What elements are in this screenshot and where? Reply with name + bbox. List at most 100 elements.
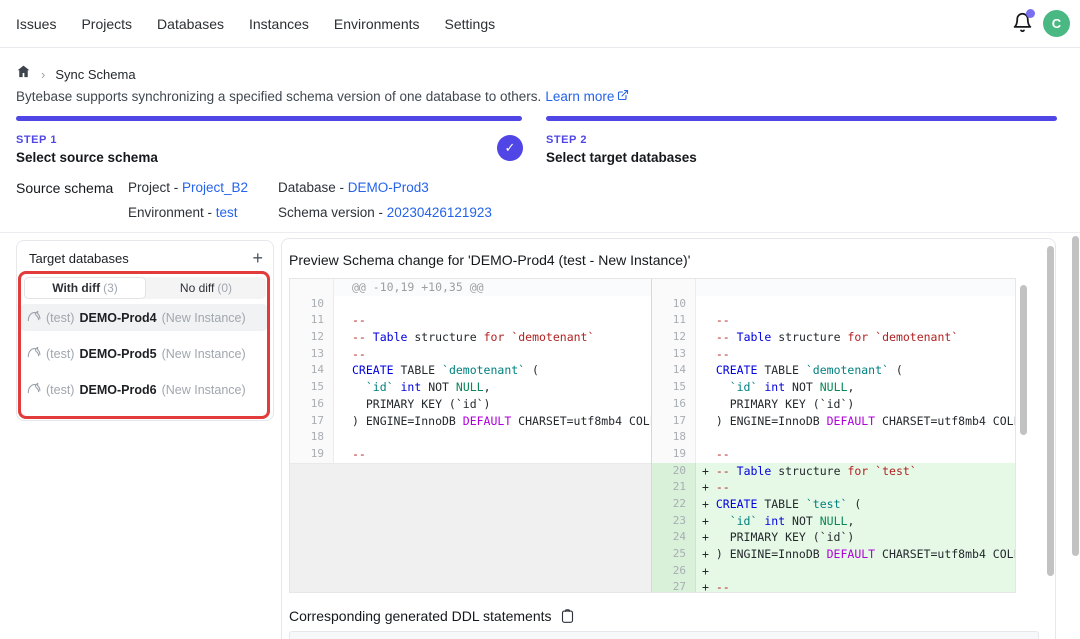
source-field-link[interactable]: test	[216, 205, 238, 220]
notification-button[interactable]	[1012, 12, 1036, 36]
source-field-label: Schema version -	[278, 205, 387, 220]
line-code	[696, 279, 1015, 296]
diff-line: 19--	[290, 446, 651, 463]
db-name: DEMO-Prod5	[79, 347, 156, 361]
ddl-statements-title: Corresponding generated DDL statements	[289, 608, 552, 624]
home-icon[interactable]	[16, 64, 31, 84]
editor-scrollbar[interactable]	[1020, 285, 1027, 435]
line-code: + -- Table structure for `test`	[696, 463, 1015, 480]
diff-pane-original: @@ -10,19 +10,35 @@1011--12-- Table stru…	[290, 279, 651, 592]
avatar[interactable]: C	[1043, 10, 1070, 37]
nav-item-instances[interactable]: Instances	[249, 16, 309, 32]
db-environment: (test)	[46, 383, 74, 397]
line-number: 20	[652, 463, 696, 480]
line-code: PRIMARY KEY (`id`)	[696, 396, 1015, 413]
db-suffix: (New Instance)	[162, 347, 246, 361]
tab-count: (3)	[103, 281, 118, 295]
step2[interactable]: STEP 2 Select target databases	[546, 134, 697, 165]
line-number	[290, 279, 334, 296]
diff-line: 26+	[652, 563, 1015, 580]
line-code: + ) ENGINE=InnoDB DEFAULT CHARSET=utf8mb…	[696, 546, 1015, 563]
schema-diff-editor[interactable]: @@ -10,19 +10,35 @@1011--12-- Table stru…	[289, 278, 1016, 593]
source-field-link[interactable]: 20230426121923	[387, 205, 492, 220]
panel-scrollbar[interactable]	[1047, 246, 1054, 576]
source-field-link[interactable]: Project_B2	[182, 180, 248, 195]
add-target-database-button[interactable]: +	[252, 250, 263, 266]
copy-icon[interactable]	[560, 608, 575, 624]
diff-line: 16 PRIMARY KEY (`id`)	[652, 396, 1015, 413]
source-field-3: Schema version - 20230426121923	[278, 205, 492, 220]
target-database-item[interactable]: (test)DEMO-Prod4(New Instance)	[21, 304, 267, 331]
step2-progress-bar	[546, 116, 1057, 121]
step1-label: STEP 1	[16, 134, 158, 146]
line-code	[696, 429, 1015, 446]
line-number: 27	[652, 579, 696, 592]
nav-item-issues[interactable]: Issues	[16, 16, 56, 32]
tab-with-diff[interactable]: With diff(3)	[24, 277, 146, 299]
tab-label: No diff	[180, 281, 214, 295]
target-database-item[interactable]: (test)DEMO-Prod5(New Instance)	[21, 340, 267, 367]
line-code: -- Table structure for `demotenant`	[696, 329, 1015, 346]
tab-no-diff[interactable]: No diff(0)	[146, 277, 266, 299]
line-code: --	[334, 346, 651, 363]
diff-line: 25+ ) ENGINE=InnoDB DEFAULT CHARSET=utf8…	[652, 546, 1015, 563]
diff-line: 27+ --	[652, 579, 1015, 592]
breadcrumb: › Sync Schema	[16, 64, 136, 84]
target-database-list: (test)DEMO-Prod4(New Instance)(test)DEMO…	[21, 304, 267, 412]
line-number: 10	[290, 296, 334, 313]
section-divider	[0, 232, 1080, 233]
line-code: --	[696, 446, 1015, 463]
sync-schema-page: Issues Projects Databases Instances Environm…	[0, 0, 1080, 639]
diff-line: 15 `id` int NOT NULL,	[652, 379, 1015, 396]
nav-item-settings[interactable]: Settings	[445, 16, 496, 32]
line-number: 16	[652, 396, 696, 413]
line-number: 25	[652, 546, 696, 563]
preview-title: Preview Schema change for 'DEMO-Prod4 (t…	[289, 252, 690, 268]
step2-title: Select target databases	[546, 150, 697, 165]
line-code: --	[696, 346, 1015, 363]
line-code: ) ENGINE=InnoDB DEFAULT CHARSET=utf8mb4 …	[334, 413, 651, 430]
line-number: 14	[290, 362, 334, 379]
line-code	[696, 296, 1015, 313]
external-link-icon	[617, 89, 629, 104]
line-number: 19	[290, 446, 334, 463]
line-code	[334, 296, 651, 313]
line-number: 18	[290, 429, 334, 446]
line-code: PRIMARY KEY (`id`)	[334, 396, 651, 413]
mysql-icon	[27, 381, 41, 398]
source-field-0: Project - Project_B2	[128, 180, 278, 195]
diff-pane-modified: 1011 --12 -- Table structure for `demote…	[651, 279, 1015, 592]
intro-text: Bytebase supports synchronizing a specif…	[16, 89, 541, 104]
notification-dot	[1026, 9, 1035, 18]
line-number: 18	[652, 429, 696, 446]
page-scrollbar[interactable]	[1072, 236, 1079, 556]
diff-tabs: With diff(3)No diff(0)	[24, 277, 266, 299]
nav-item-databases[interactable]: Databases	[157, 16, 224, 32]
diff-line: 11--	[290, 312, 651, 329]
line-code: ) ENGINE=InnoDB DEFAULT CHARSET=utf8mb4 …	[696, 413, 1015, 430]
line-code: -- Table structure for `demotenant`	[334, 329, 651, 346]
line-code: `id` int NOT NULL,	[334, 379, 651, 396]
source-field-label: Environment -	[128, 205, 216, 220]
line-number: 10	[652, 296, 696, 313]
diff-line: 17) ENGINE=InnoDB DEFAULT CHARSET=utf8mb…	[290, 413, 651, 430]
nav-item-projects[interactable]: Projects	[81, 16, 132, 32]
diff-line: 11 --	[652, 312, 1015, 329]
target-database-item[interactable]: (test)DEMO-Prod6(New Instance)	[21, 376, 267, 403]
source-field-link[interactable]: DEMO-Prod3	[348, 180, 429, 195]
line-code: CREATE TABLE `demotenant` (	[334, 362, 651, 379]
line-code: --	[334, 312, 651, 329]
diff-line: 14 CREATE TABLE `demotenant` (	[652, 362, 1015, 379]
nav-item-environments[interactable]: Environments	[334, 16, 420, 32]
line-number: 26	[652, 563, 696, 580]
line-number: 22	[652, 496, 696, 513]
diff-line: 13--	[290, 346, 651, 363]
source-schema-fields: Project - Project_B2Database - DEMO-Prod…	[128, 180, 492, 220]
line-code: --	[334, 446, 651, 463]
step1[interactable]: STEP 1 Select source schema	[16, 134, 158, 165]
line-number	[652, 279, 696, 296]
line-number: 13	[290, 346, 334, 363]
learn-more-link[interactable]: Learn more	[545, 89, 629, 104]
bell-icon	[1012, 20, 1033, 37]
chevron-right-icon: ›	[41, 67, 45, 82]
